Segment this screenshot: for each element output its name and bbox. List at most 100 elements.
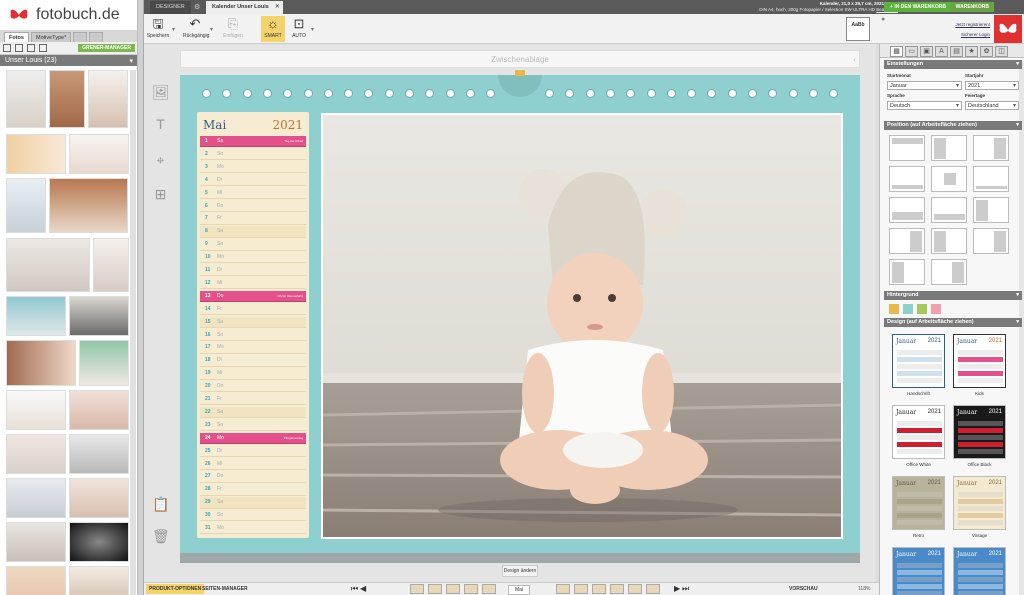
add-grid-icon[interactable]: ⊞	[152, 186, 169, 203]
position-option[interactable]	[973, 166, 1009, 192]
size-icon[interactable]	[39, 44, 47, 52]
text-format-box[interactable]: AaBb	[846, 17, 870, 41]
photo-thumbnail[interactable]	[6, 70, 46, 128]
text-tab-icon[interactable]: A	[935, 46, 948, 57]
day-row[interactable]: 9 So	[200, 239, 306, 251]
calendar-tab-icon[interactable]: ▦	[890, 46, 903, 57]
position-option[interactable]	[931, 228, 967, 254]
day-row[interactable]: 28 Fr	[200, 484, 306, 496]
add-map-icon[interactable]: ⌖	[152, 152, 169, 169]
day-row[interactable]: 22 Sa	[200, 406, 306, 419]
tab-document[interactable]: Kalender Unser Louis ✕	[206, 1, 283, 14]
day-row[interactable]: 29 Sa	[200, 497, 306, 509]
grid-view-icon[interactable]	[3, 44, 11, 52]
day-row[interactable]: 10 Mo	[200, 252, 306, 264]
day-column[interactable]: Mai 2021 1 Sa Tag der Arbeit 2 So 3 Mo 4 Di 5 Mi 6 D…	[197, 112, 309, 538]
photo-thumbnail[interactable]	[49, 178, 128, 233]
add-to-cart-button[interactable]: + IN DEN WARENKORB	[884, 2, 952, 12]
day-row[interactable]: 19 Mi	[200, 368, 306, 380]
design-option[interactable]: Januar 2021	[892, 547, 945, 595]
background-tab-icon[interactable]: ◫	[995, 46, 1008, 57]
page-thumbnail[interactable]	[410, 584, 424, 594]
section-position[interactable]: Position (auf Arbeitsfläche ziehen) ▾	[884, 121, 1022, 130]
day-row[interactable]: 25 Di	[200, 446, 306, 457]
section-design[interactable]: Design (auf Arbeitsfläche ziehen) ▾	[884, 318, 1022, 327]
position-option[interactable]	[889, 228, 925, 254]
star-tab-icon[interactable]: ★	[965, 46, 978, 57]
day-row[interactable]: 30 So	[200, 510, 306, 522]
day-row[interactable]: 8 Sa	[200, 226, 306, 238]
section-settings[interactable]: Einstellungen ▾	[884, 60, 1022, 69]
photo-thumbnail[interactable]	[6, 134, 66, 174]
page-thumbnail[interactable]	[464, 584, 478, 594]
next-page-icon[interactable]: ▶	[674, 584, 680, 593]
photo-scrollbar[interactable]	[130, 70, 136, 595]
add-image-icon[interactable]: 🖼	[152, 84, 170, 101]
clipboard-icon[interactable]: 📋	[152, 496, 169, 513]
photo-thumbnail[interactable]	[6, 340, 76, 386]
photo-thumbnail[interactable]	[93, 238, 129, 292]
layout-tab-icon[interactable]: ▭	[905, 46, 918, 57]
chevron-down-icon[interactable]: ▾	[311, 26, 314, 33]
chevron-left-icon[interactable]: ‹	[853, 51, 856, 68]
day-row[interactable]: 4 Di	[200, 175, 306, 187]
photo-thumbnail[interactable]	[69, 566, 129, 595]
day-row[interactable]: 23 So	[200, 420, 306, 432]
day-row[interactable]: 26 Mi	[200, 459, 306, 470]
day-row[interactable]: 2 So	[200, 149, 306, 161]
photo-thumbnail[interactable]	[79, 340, 129, 386]
day-row[interactable]: 13 Do Christi Himmelfahrt	[200, 290, 306, 303]
design-option[interactable]: Januar 2021	[953, 405, 1006, 459]
page-thumbnail[interactable]	[482, 584, 496, 594]
background-swatch[interactable]	[889, 304, 899, 314]
position-option[interactable]	[889, 135, 925, 161]
day-row[interactable]: 31 Mo	[200, 523, 306, 535]
page-thumbnail[interactable]	[628, 584, 642, 594]
filter-icon[interactable]	[27, 44, 35, 52]
day-row[interactable]: 1 Sa Tag der Arbeit	[200, 136, 306, 148]
register-link[interactable]: Jetzt registrieren!	[955, 20, 990, 30]
photo-thumbnail[interactable]	[6, 238, 90, 292]
page-thumbnail[interactable]	[592, 584, 606, 594]
add-text-icon[interactable]: T	[152, 116, 169, 133]
book-icon[interactable]	[73, 32, 88, 42]
day-row[interactable]: 20 Do	[200, 381, 306, 393]
design-option[interactable]: Januar 2021	[953, 334, 1006, 388]
clipart-tab-icon[interactable]: ✿	[980, 46, 993, 57]
photo-thumbnail[interactable]	[69, 390, 129, 430]
start-month-select[interactable]: Januar	[887, 81, 962, 90]
day-row[interactable]: 17 Mo	[200, 342, 306, 354]
background-swatch[interactable]	[931, 304, 941, 314]
tab-motivtype[interactable]: MotivеType*	[30, 32, 72, 42]
day-row[interactable]: 18 Di	[200, 355, 306, 367]
photo-thumbnail[interactable]	[69, 522, 129, 562]
first-page-icon[interactable]: ⏮	[351, 584, 358, 594]
close-icon[interactable]: ✕	[275, 3, 280, 10]
photo-thumbnail[interactable]	[69, 434, 129, 474]
page-thumbnail[interactable]	[646, 584, 660, 594]
product-options-button[interactable]: PRODUKT-OPTIONEN	[146, 584, 205, 594]
brand-logo[interactable]: fotobuch.de	[0, 0, 137, 30]
butterfly-logo-icon[interactable]	[994, 15, 1022, 43]
design-option[interactable]: Januar 2021	[953, 476, 1006, 530]
position-option[interactable]	[889, 197, 925, 223]
holidays-select[interactable]: Deutschland	[965, 101, 1019, 110]
background-swatch[interactable]	[903, 304, 913, 314]
position-option[interactable]	[973, 228, 1009, 254]
day-row[interactable]: 6 Do	[200, 201, 306, 212]
chevron-down-icon[interactable]: ▾	[172, 26, 175, 33]
start-year-select[interactable]: 2021	[965, 81, 1019, 90]
page-thumbnail[interactable]	[556, 584, 570, 594]
design-option[interactable]: Januar 2021	[892, 334, 945, 388]
position-option[interactable]	[973, 197, 1009, 223]
frame-tab-icon[interactable]: ▣	[920, 46, 933, 57]
photo-thumbnail[interactable]	[88, 70, 128, 128]
language-select[interactable]: Deutsch	[887, 101, 962, 110]
album-header[interactable]: Unser Louis (23) ▾	[0, 55, 137, 66]
photo-thumbnail[interactable]	[69, 478, 129, 518]
delete-icon[interactable]: 🗑	[152, 528, 170, 545]
zoom-level[interactable]: 118%	[858, 586, 870, 592]
page-thumbnail[interactable]	[446, 584, 460, 594]
photo-thumbnail[interactable]	[49, 70, 85, 128]
photo-thumbnail[interactable]	[6, 390, 66, 430]
